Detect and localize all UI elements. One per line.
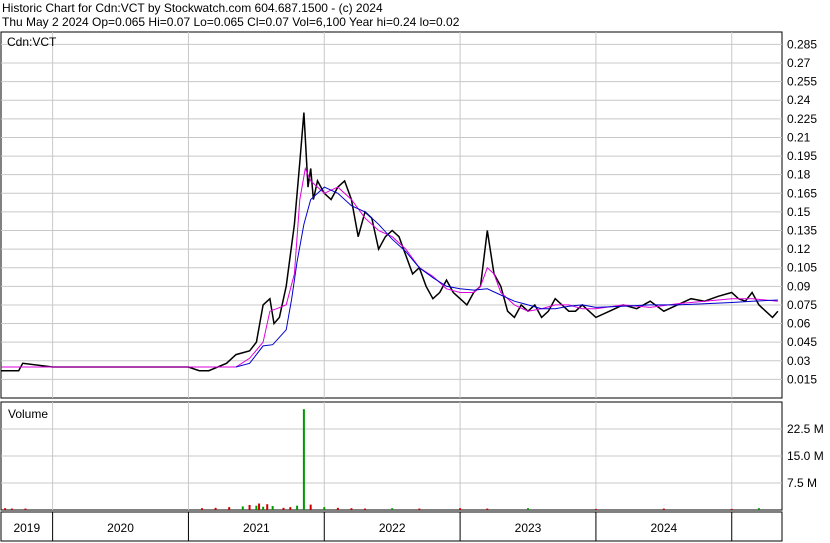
year-label: 2024 [650, 521, 677, 535]
volume-title: Volume [8, 407, 48, 421]
volume-tick-label: 22.5 M [787, 422, 824, 436]
year-label: 2019 [13, 521, 40, 535]
volume-bar [391, 508, 394, 510]
year-label: 2023 [515, 521, 542, 535]
price-tick-label: 0.12 [787, 242, 811, 256]
price-legend-label: Cdn:VCT [7, 35, 57, 49]
stock-chart: 0.285 0.27 0.255 0.24 0.225 0.21 0.195 0.18 0.16… [0, 31, 824, 542]
volume-bar [527, 508, 530, 510]
volume-bar [662, 508, 665, 510]
year-label: 2021 [243, 521, 270, 535]
price-tick-label: 0.06 [787, 317, 811, 331]
volume-bar [350, 508, 353, 510]
volume-bar [289, 507, 292, 510]
price-tick-label: 0.015 [787, 372, 817, 386]
volume-bar [336, 507, 339, 510]
volume-bar [594, 508, 597, 510]
volume-bar [228, 507, 231, 510]
year-label: 2022 [379, 521, 406, 535]
volume-bar [486, 508, 489, 510]
volume-bar [255, 505, 258, 510]
volume-bar [214, 507, 217, 510]
volume-axis: 22.5 M 15.0 M 7.5 M [787, 422, 824, 490]
volume-bar [241, 506, 244, 510]
price-panel [0, 31, 783, 399]
volume-bar [10, 508, 13, 510]
volume-bar [282, 507, 285, 510]
volume-bar [24, 508, 27, 510]
volume-bar [262, 506, 265, 510]
volume-bar [323, 507, 326, 510]
price-tick-label: 0.03 [787, 354, 811, 368]
price-tick-label: 0.135 [787, 224, 817, 238]
volume-bar [730, 508, 733, 510]
price-tick-label: 0.09 [787, 279, 811, 293]
price-tick-label: 0.075 [787, 298, 817, 312]
price-tick-label: 0.255 [787, 75, 817, 89]
volume-bar [296, 505, 299, 510]
price-tick-label: 0.195 [787, 149, 817, 163]
volume-bar [302, 409, 305, 510]
volume-bar [248, 504, 251, 510]
volume-tick-label: 15.0 M [787, 449, 824, 463]
price-tick-label: 0.21 [787, 130, 811, 144]
price-tick-label: 0.165 [787, 186, 817, 200]
volume-bar [4, 508, 7, 510]
price-tick-label: 0.225 [787, 112, 817, 126]
volume-bar [757, 508, 760, 510]
price-tick-label: 0.24 [787, 93, 811, 107]
volume-bar [418, 508, 421, 510]
volume-bar [459, 508, 462, 510]
volume-tick-label: 7.5 M [787, 476, 817, 490]
price-tick-label: 0.15 [787, 205, 811, 219]
volume-bar [266, 504, 269, 510]
price-axis: 0.285 0.27 0.255 0.24 0.225 0.21 0.195 0.18 0.16… [787, 37, 817, 386]
price-tick-label: 0.27 [787, 56, 811, 70]
price-tick-label: 0.18 [787, 168, 811, 182]
volume-bar [271, 506, 274, 510]
price-tick-label: 0.285 [787, 37, 817, 51]
price-tick-label: 0.045 [787, 335, 817, 349]
year-label: 2020 [107, 521, 134, 535]
volume-bar [309, 504, 312, 510]
volume-bar [258, 503, 261, 510]
volume-bar [364, 508, 367, 510]
volume-bar [201, 508, 204, 510]
price-tick-label: 0.105 [787, 261, 817, 275]
